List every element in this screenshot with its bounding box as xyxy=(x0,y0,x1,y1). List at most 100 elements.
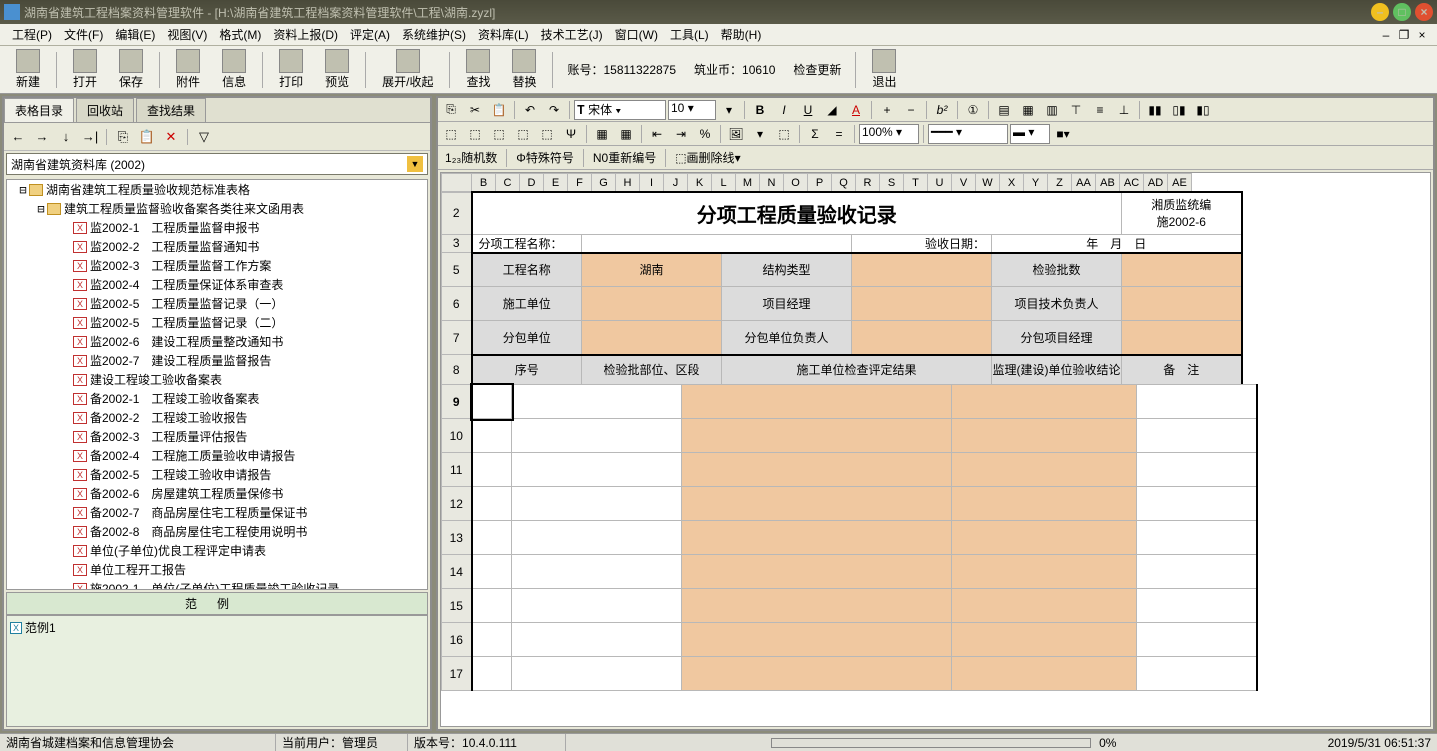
menu-project[interactable]: 工程(P) xyxy=(6,24,58,45)
cell-seq[interactable] xyxy=(472,555,512,589)
row-header[interactable]: 15 xyxy=(442,589,472,623)
col-header[interactable]: Z xyxy=(1048,174,1072,192)
bold-icon[interactable]: B xyxy=(749,100,771,120)
nav-down-icon[interactable]: ↓ xyxy=(58,129,74,145)
row-header[interactable]: 11 xyxy=(442,453,472,487)
tree-item[interactable]: X单位(子单位)优良工程评定申请表 xyxy=(7,541,427,560)
font-select[interactable]: 𝐓 宋体 ▾ xyxy=(574,100,666,120)
menu-tools[interactable]: 工具(L) xyxy=(664,24,715,45)
tree-item[interactable]: X备2002-3 工程质量评估报告 xyxy=(7,427,427,446)
object-icon[interactable]: ▾ xyxy=(749,124,771,144)
value-batch-count[interactable] xyxy=(1122,253,1242,287)
line-style-select[interactable]: ━━━ ▾ xyxy=(928,124,1008,144)
cell-supervisor-result[interactable] xyxy=(952,623,1137,657)
menu-edit[interactable]: 编辑(E) xyxy=(109,24,161,45)
formula-icon[interactable]: = xyxy=(828,124,850,144)
cell-contractor-result[interactable] xyxy=(682,623,952,657)
col-header[interactable]: D xyxy=(520,174,544,192)
tree-item[interactable]: X备2002-4 工程施工质量验收申请报告 xyxy=(7,446,427,465)
col-header[interactable]: Y xyxy=(1024,174,1048,192)
tree-item[interactable]: X监2002-2 工程质量监督通知书 xyxy=(7,237,427,256)
tree-item[interactable]: X监2002-5 工程质量监督记录（二） xyxy=(7,313,427,332)
align-left-icon[interactable]: ▤ xyxy=(993,100,1015,120)
tree-item[interactable]: X备2002-5 工程竣工验收申请报告 xyxy=(7,465,427,484)
menu-window[interactable]: 窗口(W) xyxy=(609,24,664,45)
cell-remark[interactable] xyxy=(1137,385,1257,419)
align-center-icon[interactable]: ▦ xyxy=(1017,100,1039,120)
merge-icon[interactable]: ⬚ xyxy=(536,124,558,144)
barcode3-icon[interactable]: ▮▯ xyxy=(1192,100,1214,120)
col-header[interactable]: S xyxy=(880,174,904,192)
line-color-icon[interactable]: ■▾ xyxy=(1052,124,1074,144)
tree-item[interactable]: X监2002-6 建设工程质量整改通知书 xyxy=(7,332,427,351)
zoom-select[interactable]: 100% ▾ xyxy=(859,124,919,144)
align-top-icon[interactable]: ⊤ xyxy=(1065,100,1087,120)
col-header[interactable]: G xyxy=(592,174,616,192)
col-header[interactable]: P xyxy=(808,174,832,192)
example-item[interactable]: X 范例1 xyxy=(10,619,424,636)
random-num-button[interactable]: 1₂₃ 随机数 xyxy=(440,148,502,168)
col-header[interactable]: O xyxy=(784,174,808,192)
row-header[interactable]: 2 xyxy=(442,192,472,234)
tree-item[interactable]: X监2002-4 工程质量保证体系审查表 xyxy=(7,275,427,294)
row-header[interactable]: 16 xyxy=(442,623,472,657)
library-dropdown[interactable]: 湖南省建筑资料库 (2002) ▼ xyxy=(6,153,428,175)
col-header[interactable]: N xyxy=(760,174,784,192)
tb-exit[interactable]: 退出 xyxy=(862,47,906,92)
fill-color-icon[interactable]: ◢ xyxy=(821,100,843,120)
cell-location[interactable] xyxy=(512,657,682,691)
sum-icon[interactable]: Σ xyxy=(804,124,826,144)
cell-supervisor-result[interactable] xyxy=(952,385,1137,419)
cell-contractor-result[interactable] xyxy=(682,657,952,691)
delete-icon[interactable]: ✕ xyxy=(163,129,179,145)
redo-icon[interactable]: ↷ xyxy=(543,100,565,120)
maximize-button[interactable]: □ xyxy=(1393,3,1411,21)
sub-item-value[interactable] xyxy=(582,234,852,253)
cell-location[interactable] xyxy=(512,623,682,657)
font-color-icon[interactable]: ▾ xyxy=(718,100,740,120)
line-weight-select[interactable]: ▬ ▾ xyxy=(1010,124,1050,144)
chevron-down-icon[interactable]: ▼ xyxy=(407,156,423,172)
cell-contractor-result[interactable] xyxy=(682,419,952,453)
cell-supervisor-result[interactable] xyxy=(952,555,1137,589)
cell-seq[interactable] xyxy=(472,589,512,623)
tb-replace[interactable]: 替换 xyxy=(502,47,546,92)
tree-item[interactable]: X监2002-5 工程质量监督记录（一） xyxy=(7,294,427,313)
row-header[interactable]: 3 xyxy=(442,234,472,253)
cell-supervisor-result[interactable] xyxy=(952,419,1137,453)
tree-item[interactable]: X备2002-2 工程竣工验收报告 xyxy=(7,408,427,427)
tree-item[interactable]: X备2002-7 商品房屋住宅工程质量保证书 xyxy=(7,503,427,522)
col-header[interactable]: C xyxy=(496,174,520,192)
cell-location[interactable] xyxy=(512,385,682,419)
indent-out-icon[interactable]: ⇤ xyxy=(646,124,668,144)
symbol-icon[interactable]: ① xyxy=(962,100,984,120)
cell-location[interactable] xyxy=(512,453,682,487)
menu-format[interactable]: 格式(M) xyxy=(213,24,267,45)
cell-contractor-result[interactable] xyxy=(682,453,952,487)
cell-remark[interactable] xyxy=(1137,521,1257,555)
grid-icon[interactable]: ▦ xyxy=(615,124,637,144)
tb-open[interactable]: 打开 xyxy=(63,47,107,92)
cell-contractor-result[interactable] xyxy=(682,385,952,419)
increase-icon[interactable]: + xyxy=(876,100,898,120)
nav-fwd-icon[interactable]: → xyxy=(34,129,50,145)
cell-seq[interactable] xyxy=(472,453,512,487)
tree-item[interactable]: ⊟湖南省建筑工程质量验收规范标准表格 xyxy=(7,180,427,199)
cell-supervisor-result[interactable] xyxy=(952,453,1137,487)
minimize-button[interactable]: – xyxy=(1371,3,1389,21)
cell-remark[interactable] xyxy=(1137,419,1257,453)
cell-supervisor-result[interactable] xyxy=(952,589,1137,623)
cell-contractor-result[interactable] xyxy=(682,555,952,589)
align-middle-icon[interactable]: ≡ xyxy=(1089,100,1111,120)
menu-eval[interactable]: 评定(A) xyxy=(344,24,396,45)
row-header[interactable]: 7 xyxy=(442,321,472,355)
cell-seq[interactable] xyxy=(472,623,512,657)
indent-in-icon[interactable]: ⇥ xyxy=(670,124,692,144)
align-right-icon[interactable]: ▥ xyxy=(1041,100,1063,120)
cell-location[interactable] xyxy=(512,419,682,453)
tree-item[interactable]: X监2002-3 工程质量监督工作方案 xyxy=(7,256,427,275)
form-tree[interactable]: ⊟湖南省建筑工程质量验收规范标准表格⊟建筑工程质量监督验收备案各类往来文函用表X… xyxy=(6,179,428,590)
decrease-icon[interactable]: − xyxy=(900,100,922,120)
italic-icon[interactable]: I xyxy=(773,100,795,120)
col-header[interactable]: I xyxy=(640,174,664,192)
